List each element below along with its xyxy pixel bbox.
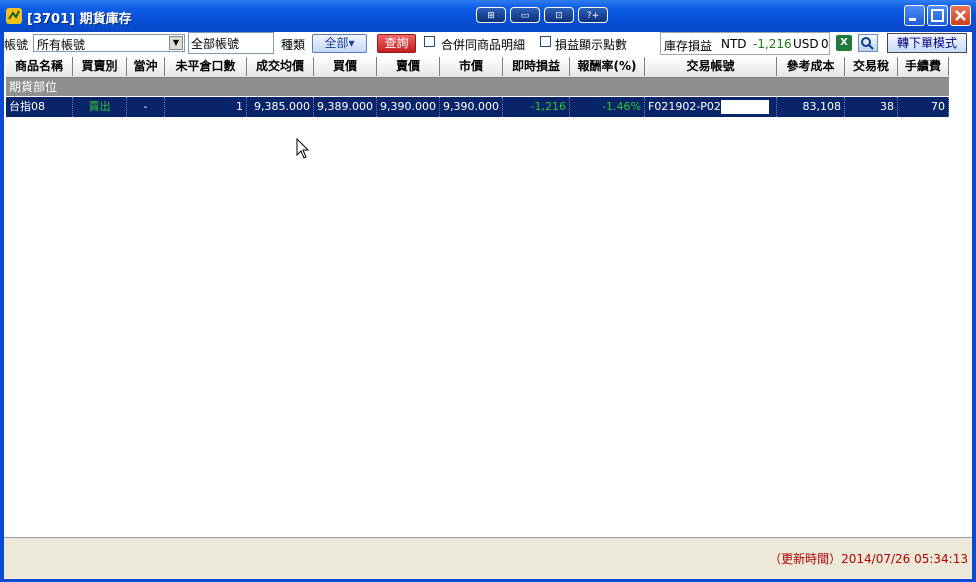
account-label: 帳號 <box>4 38 29 52</box>
points-checkbox[interactable] <box>540 36 551 47</box>
pnl-ntd-label: NTD <box>721 37 747 51</box>
status-bar: （更新時間）2014/07/26 05:34:13 <box>4 537 972 579</box>
cell-tax: 38 <box>845 97 898 117</box>
column-header[interactable]: 買價 <box>314 57 377 76</box>
search-icon <box>861 37 874 50</box>
points-label: 損益顯示點數 <box>555 38 628 52</box>
switch-order-mode-button[interactable]: 轉下單模式 <box>887 33 967 53</box>
redaction-box <box>720 100 769 114</box>
update-time: （更新時間）2014/07/26 05:34:13 <box>769 552 968 566</box>
column-header[interactable]: 商品名稱 <box>6 57 73 76</box>
minimize-icon <box>909 18 916 21</box>
column-header[interactable]: 交易帳號 <box>645 57 777 76</box>
type-all-button[interactable]: 全部▾ <box>312 34 367 53</box>
client-area: 帳號 所有帳號 ▼ 種類 全部▾ 查詢 合併同商品明細 損益顯示點數 庫存損益 … <box>4 32 972 579</box>
cell-side: 賣出 <box>73 97 127 117</box>
maximize-button[interactable] <box>927 5 948 26</box>
pnl-usd-label: USD <box>793 37 819 51</box>
app-icon <box>6 8 22 24</box>
group-label: 期貨部位 <box>9 80 58 94</box>
column-header[interactable]: 即時損益 <box>503 57 570 76</box>
account-select-value: 所有帳號 <box>37 38 86 52</box>
window-title: [3701] 期貨庫存 <box>27 12 132 27</box>
query-button[interactable]: 查詢 <box>377 34 416 53</box>
pnl-ntd-value: -1,216 <box>753 37 792 51</box>
cell-pnl: -1,216 <box>503 97 570 117</box>
cell-product: 台指08 <box>6 97 73 117</box>
layout-grid-button[interactable]: ⊞ <box>476 7 506 23</box>
help-button[interactable]: ?+ <box>578 7 608 23</box>
table-row[interactable]: 台指08 賣出 - 1 9,385.000 9,389.000 9,390.00… <box>6 97 949 117</box>
cell-ask: 9,390.000 <box>377 97 440 117</box>
chevron-down-icon[interactable]: ▼ <box>169 36 183 50</box>
pnl-usd-value: 0 <box>821 37 829 51</box>
column-header[interactable]: 未平倉口數 <box>165 57 247 76</box>
type-label: 種類 <box>281 38 306 52</box>
cell-daytrade: - <box>127 97 165 117</box>
toolbar: 帳號 所有帳號 ▼ 種類 全部▾ 查詢 合併同商品明細 損益顯示點數 庫存損益 … <box>4 32 972 56</box>
account-text-field[interactable] <box>188 32 274 54</box>
close-icon <box>955 10 966 21</box>
search-button[interactable] <box>858 34 878 52</box>
merge-label: 合併同商品明細 <box>441 38 526 52</box>
inventory-pnl-box: 庫存損益 NTD -1,216 USD 0 <box>660 32 830 55</box>
column-header[interactable]: 手續費 <box>898 57 949 76</box>
column-header[interactable]: 交易稅 <box>845 57 898 76</box>
column-header[interactable]: 報酬率(%) <box>570 57 645 76</box>
inventory-table: 商品名稱 買賣別 當沖 未平倉口數 成交均價 買價 賣價 市價 即時損益 報酬率… <box>6 57 970 537</box>
merge-checkbox[interactable] <box>424 36 435 47</box>
table-header: 商品名稱 買賣別 當沖 未平倉口數 成交均價 買價 賣價 市價 即時損益 報酬率… <box>6 57 949 78</box>
cell-return: -1.46% <box>570 97 645 117</box>
cell-open-qty: 1 <box>165 97 247 117</box>
column-header[interactable]: 成交均價 <box>247 57 314 76</box>
column-header[interactable]: 市價 <box>440 57 503 76</box>
column-header[interactable]: 買賣別 <box>73 57 127 76</box>
app-window: [3701] 期貨庫存 ⊞ ▭ ⊡ ?+ 帳號 所有帳號 ▼ 種類 全部▾ 查詢 <box>0 0 976 582</box>
close-button[interactable] <box>950 5 971 26</box>
maximize-icon <box>931 9 944 22</box>
cell-fee: 70 <box>898 97 949 117</box>
mouse-cursor-icon <box>296 138 310 159</box>
cell-account-value: F021902-P02 <box>648 100 721 113</box>
pnl-label: 庫存損益 <box>664 39 713 53</box>
cell-account: F021902-P02 <box>645 97 777 117</box>
cell-market: 9,390.000 <box>440 97 503 117</box>
group-row-futures[interactable]: 期貨部位 <box>6 78 949 96</box>
column-header[interactable]: 當沖 <box>127 57 165 76</box>
column-header[interactable]: 賣價 <box>377 57 440 76</box>
minimize-button[interactable] <box>904 5 925 26</box>
title-bar[interactable]: [3701] 期貨庫存 ⊞ ▭ ⊡ ?+ <box>0 0 976 32</box>
layout-dock-button[interactable]: ⊡ <box>544 7 574 23</box>
column-header[interactable]: 參考成本 <box>777 57 845 76</box>
cell-avg-price: 9,385.000 <box>247 97 314 117</box>
account-text-input[interactable] <box>191 34 271 52</box>
excel-export-icon[interactable]: X <box>836 35 852 51</box>
layout-window-button[interactable]: ▭ <box>510 7 540 23</box>
cell-bid: 9,389.000 <box>314 97 377 117</box>
account-select[interactable]: 所有帳號 ▼ <box>33 34 185 52</box>
cell-ref-cost: 83,108 <box>777 97 845 117</box>
